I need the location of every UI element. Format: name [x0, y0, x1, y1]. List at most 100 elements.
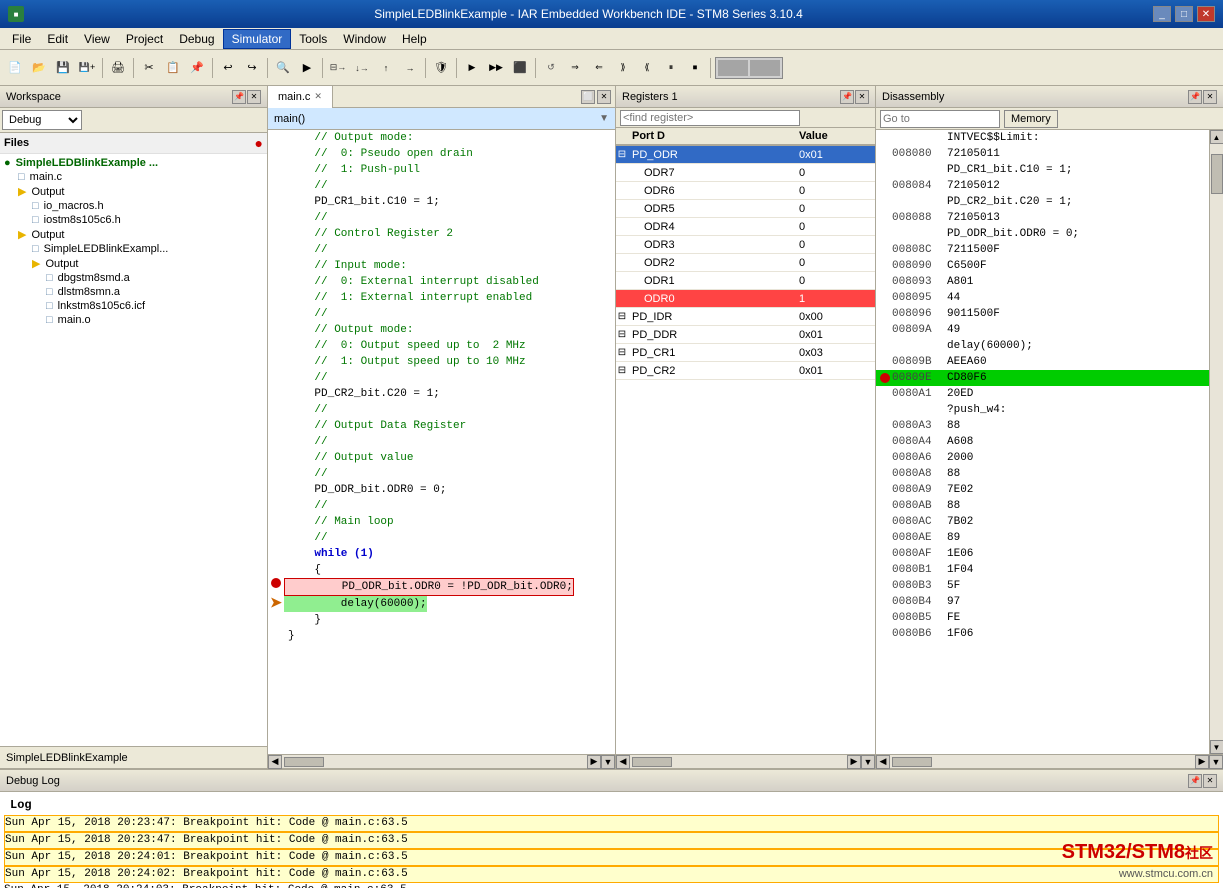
step-next-button[interactable]: →	[399, 57, 421, 79]
tree-item-5[interactable]: ▶Output	[2, 227, 265, 242]
debug-btn7[interactable]: ⏹	[684, 57, 706, 79]
tree-item-7[interactable]: ▶Output	[2, 256, 265, 271]
tree-item-1[interactable]: □main.c	[2, 170, 265, 184]
debug-btn5[interactable]: ⟪	[636, 57, 658, 79]
reg-row-4[interactable]: ODR40	[616, 218, 875, 236]
reg-row-1[interactable]: ODR70	[616, 164, 875, 182]
tree-item-10[interactable]: □lnkstm8s105c6.icf	[2, 299, 265, 313]
disasm-goto-input[interactable]	[880, 110, 1000, 128]
maximize-button[interactable]: □	[1175, 6, 1193, 22]
main-c-tab[interactable]: main.c ✕	[268, 86, 333, 108]
cut-button[interactable]: ✂	[138, 57, 160, 79]
reg-scroll-left[interactable]: ◀	[616, 755, 630, 769]
reg-scrollbar-h[interactable]: ◀ ▶ ▼	[616, 754, 875, 768]
reg-row-3[interactable]: ODR50	[616, 200, 875, 218]
print-button[interactable]: 🖨	[107, 57, 129, 79]
tab-close-button[interactable]: ✕	[314, 91, 322, 102]
menu-project[interactable]: Project	[118, 30, 171, 48]
scroll-right-btn[interactable]: ▶	[587, 755, 601, 769]
debug-btn3[interactable]: ⇐	[588, 57, 610, 79]
reg-scroll-right[interactable]: ▶	[847, 755, 861, 769]
scroll-left-btn[interactable]: ◀	[268, 755, 282, 769]
paste-button[interactable]: 📌	[186, 57, 208, 79]
next-button[interactable]: ▶	[296, 57, 318, 79]
config-dropdown[interactable]: Debug	[2, 110, 82, 130]
tree-item-8[interactable]: □dbgstm8smd.a	[2, 271, 265, 285]
open-button[interactable]: 📂	[28, 57, 50, 79]
disasm-vscroll[interactable]: ▲ ▼	[1209, 130, 1223, 754]
debug-btn2[interactable]: ⇒	[564, 57, 586, 79]
code-scrollbar-h[interactable]: ◀ ▶ ▼	[268, 754, 615, 768]
reg-close-button[interactable]: ✕	[855, 90, 869, 104]
log-close-button[interactable]: ✕	[1203, 774, 1217, 788]
disasm-scroll-right[interactable]: ▶	[1195, 755, 1209, 769]
stop-button[interactable]: ⬛	[509, 57, 531, 79]
reg-row-11[interactable]: ⊟PD_CR10x03	[616, 344, 875, 362]
run2-button[interactable]: ▶▶	[485, 57, 507, 79]
tree-item-3[interactable]: □io_macros.h	[2, 199, 265, 213]
copy-button[interactable]: 📋	[162, 57, 184, 79]
reg-row-2[interactable]: ODR60	[616, 182, 875, 200]
tree-item-9[interactable]: □dlstm8smn.a	[2, 285, 265, 299]
disasm-scroll-thumb[interactable]	[1211, 154, 1223, 194]
scroll-down-btn[interactable]: ▼	[601, 755, 615, 769]
line-bp-30[interactable]	[268, 578, 284, 588]
disasm-bp-15[interactable]	[878, 373, 892, 383]
disasm-scroll-down[interactable]: ▼	[1210, 740, 1223, 754]
menu-tools[interactable]: Tools	[291, 30, 335, 48]
reg-row-7[interactable]: ODR10	[616, 272, 875, 290]
tree-item-11[interactable]: □main.o	[2, 313, 265, 327]
run-button[interactable]: ▶	[461, 57, 483, 79]
save-all-button[interactable]: 💾+	[76, 57, 98, 79]
reg-row-9[interactable]: ⊟PD_IDR0x00	[616, 308, 875, 326]
undo-button[interactable]: ↩	[217, 57, 239, 79]
disasm-content[interactable]: INTVEC$$Limit:00808072105011 PD_CR1_bit.…	[876, 130, 1209, 754]
disasm-scroll-up[interactable]: ▲	[1210, 130, 1223, 144]
scroll-thumb-h[interactable]	[284, 757, 324, 767]
log-pin-button[interactable]: 📌	[1188, 774, 1202, 788]
search-button[interactable]: 🔍	[272, 57, 294, 79]
tree-item-0[interactable]: ●SimpleLEDBlinkExample ...	[2, 156, 265, 170]
reg-row-0[interactable]: ⊟PD_ODR0x01	[616, 146, 875, 164]
save-button[interactable]: 💾	[52, 57, 74, 79]
menu-debug[interactable]: Debug	[171, 30, 222, 48]
code-content[interactable]: // Output mode: // 0: Pseudo open drain …	[268, 130, 615, 754]
close-button[interactable]: ✕	[1197, 6, 1215, 22]
disasm-scrollbar-h[interactable]: ◀ ▶ ▼	[876, 754, 1223, 768]
disasm-memory-button[interactable]: Memory	[1004, 110, 1058, 128]
menu-file[interactable]: File	[4, 30, 39, 48]
tree-item-6[interactable]: □SimpleLEDBlinkExampl...	[2, 242, 265, 256]
reg-find-input[interactable]	[620, 110, 800, 126]
tree-item-4[interactable]: □iostm8s105c6.h	[2, 213, 265, 227]
step-out-button[interactable]: ↑	[375, 57, 397, 79]
step-over-button[interactable]: ⊟→	[327, 57, 349, 79]
new-button[interactable]: 📄	[4, 57, 26, 79]
workspace-pin-button[interactable]: 📌	[232, 90, 246, 104]
menu-simulator[interactable]: Simulator	[223, 29, 292, 49]
disasm-close-button[interactable]: ✕	[1203, 90, 1217, 104]
reg-scroll-thumb[interactable]	[632, 757, 672, 767]
step-into-button[interactable]: ↓→	[351, 57, 373, 79]
shield-button[interactable]: 🛡	[430, 57, 452, 79]
menu-help[interactable]: Help	[394, 30, 435, 48]
reg-row-8[interactable]: ODR01	[616, 290, 875, 308]
menu-view[interactable]: View	[76, 30, 118, 48]
tree-item-2[interactable]: ▶Output	[2, 184, 265, 199]
debug-btn4[interactable]: ⟫	[612, 57, 634, 79]
disasm-scroll-dn[interactable]: ▼	[1209, 755, 1223, 769]
reg-row-5[interactable]: ODR30	[616, 236, 875, 254]
disasm-scroll-left[interactable]: ◀	[876, 755, 890, 769]
reg-scroll-down[interactable]: ▼	[861, 755, 875, 769]
code-panel-float[interactable]: ⬜	[581, 90, 595, 104]
disasm-scroll-thumb-h[interactable]	[892, 757, 932, 767]
reg-pin-button[interactable]: 📌	[840, 90, 854, 104]
menu-edit[interactable]: Edit	[39, 30, 76, 48]
debug-btn1[interactable]: ↺	[540, 57, 562, 79]
disasm-pin-button[interactable]: 📌	[1188, 90, 1202, 104]
reg-row-12[interactable]: ⊟PD_CR20x01	[616, 362, 875, 380]
reg-row-10[interactable]: ⊟PD_DDR0x01	[616, 326, 875, 344]
reg-row-6[interactable]: ODR20	[616, 254, 875, 272]
minimize-button[interactable]: _	[1153, 6, 1171, 22]
debug-log-content[interactable]: Log Sun Apr 15, 2018 20:23:47: Breakpoin…	[0, 792, 1223, 888]
line-bp-31[interactable]: ➤	[268, 596, 284, 612]
